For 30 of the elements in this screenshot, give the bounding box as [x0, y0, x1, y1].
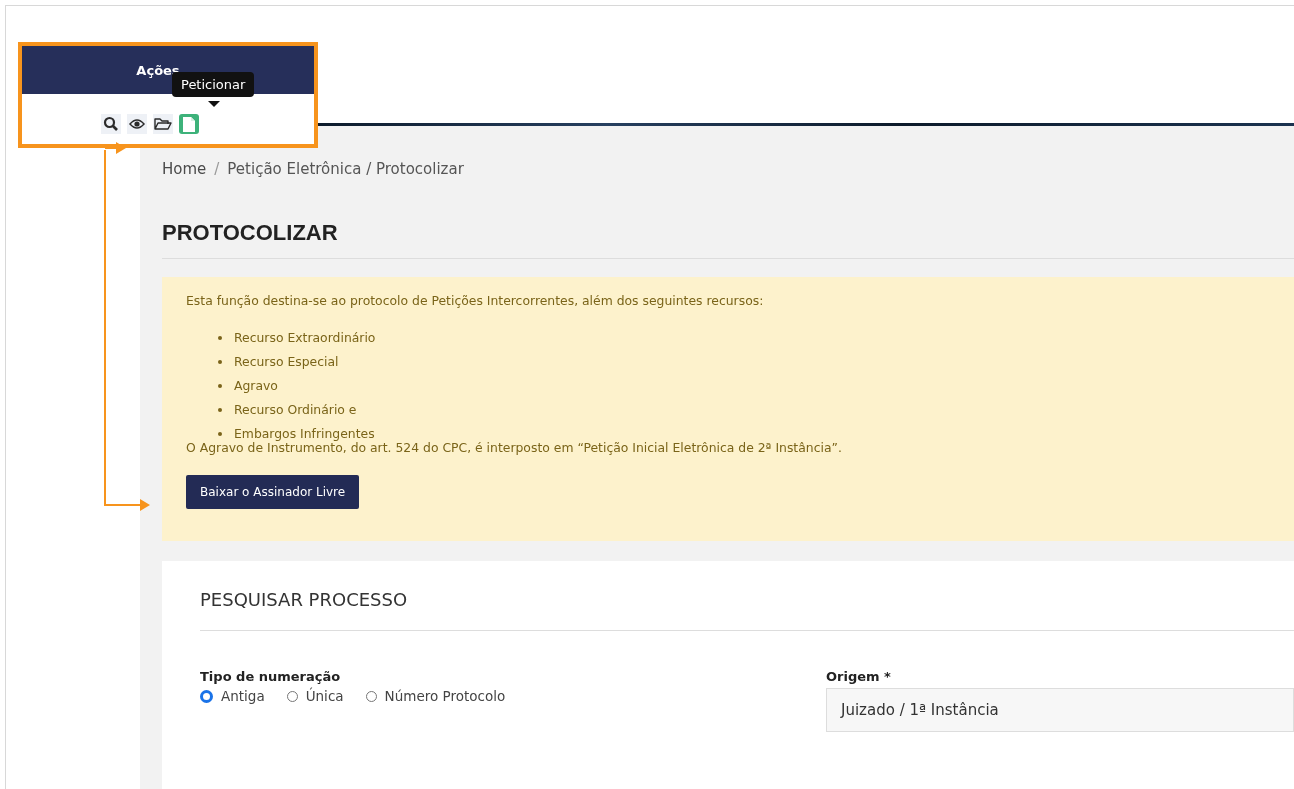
list-item: Recurso Extraordinário — [234, 329, 376, 347]
alert-note: O Agravo de Instrumento, do art. 524 do CPC, é interposto em “Petição Inicial Eletrônica de 2ª Instância”. — [186, 440, 843, 455]
bullet-icon — [218, 360, 222, 364]
list-item: Recurso Ordinário e — [234, 401, 357, 419]
breadcrumb-separator: / — [214, 160, 220, 178]
tooltip-arrow-icon — [208, 101, 220, 107]
bullet-icon — [218, 432, 222, 436]
document-icon[interactable] — [179, 114, 199, 134]
alert-text: Esta função destina-se ao protocolo de Petições Intercorrentes, além dos seguintes recursos: — [186, 293, 765, 308]
card-title: PESQUISAR PROCESSO — [200, 589, 1294, 631]
folder-icon[interactable] — [153, 114, 173, 134]
bullet-icon — [218, 336, 222, 340]
eye-icon[interactable] — [127, 114, 147, 134]
list-item: Recurso Especial — [234, 353, 339, 371]
origin-select[interactable]: Juizado / 1ª Instância — [826, 688, 1294, 732]
radio-option[interactable]: Única — [286, 688, 344, 704]
download-button[interactable]: Baixar o Assinador Livre — [186, 475, 360, 509]
field-label: Origem * — [826, 669, 892, 684]
radio-option[interactable]: Número Protocolo — [365, 688, 506, 704]
bullet-icon — [218, 408, 222, 412]
breadcrumb-link[interactable]: Home — [162, 160, 207, 178]
radio-option[interactable]: Antiga — [200, 688, 265, 704]
search-icon[interactable] — [101, 114, 121, 134]
list-item: Agravo — [234, 377, 278, 395]
page-title: PROTOCOLIZAR — [162, 220, 1294, 259]
list-item: Embargos Infringentes — [234, 425, 375, 442]
breadcrumb-current: Petição Eletrônica / Protocolizar — [227, 160, 464, 178]
bullet-icon — [218, 384, 222, 388]
tooltip: Peticionar — [172, 72, 255, 97]
field-label: Tipo de numeração — [200, 669, 342, 684]
